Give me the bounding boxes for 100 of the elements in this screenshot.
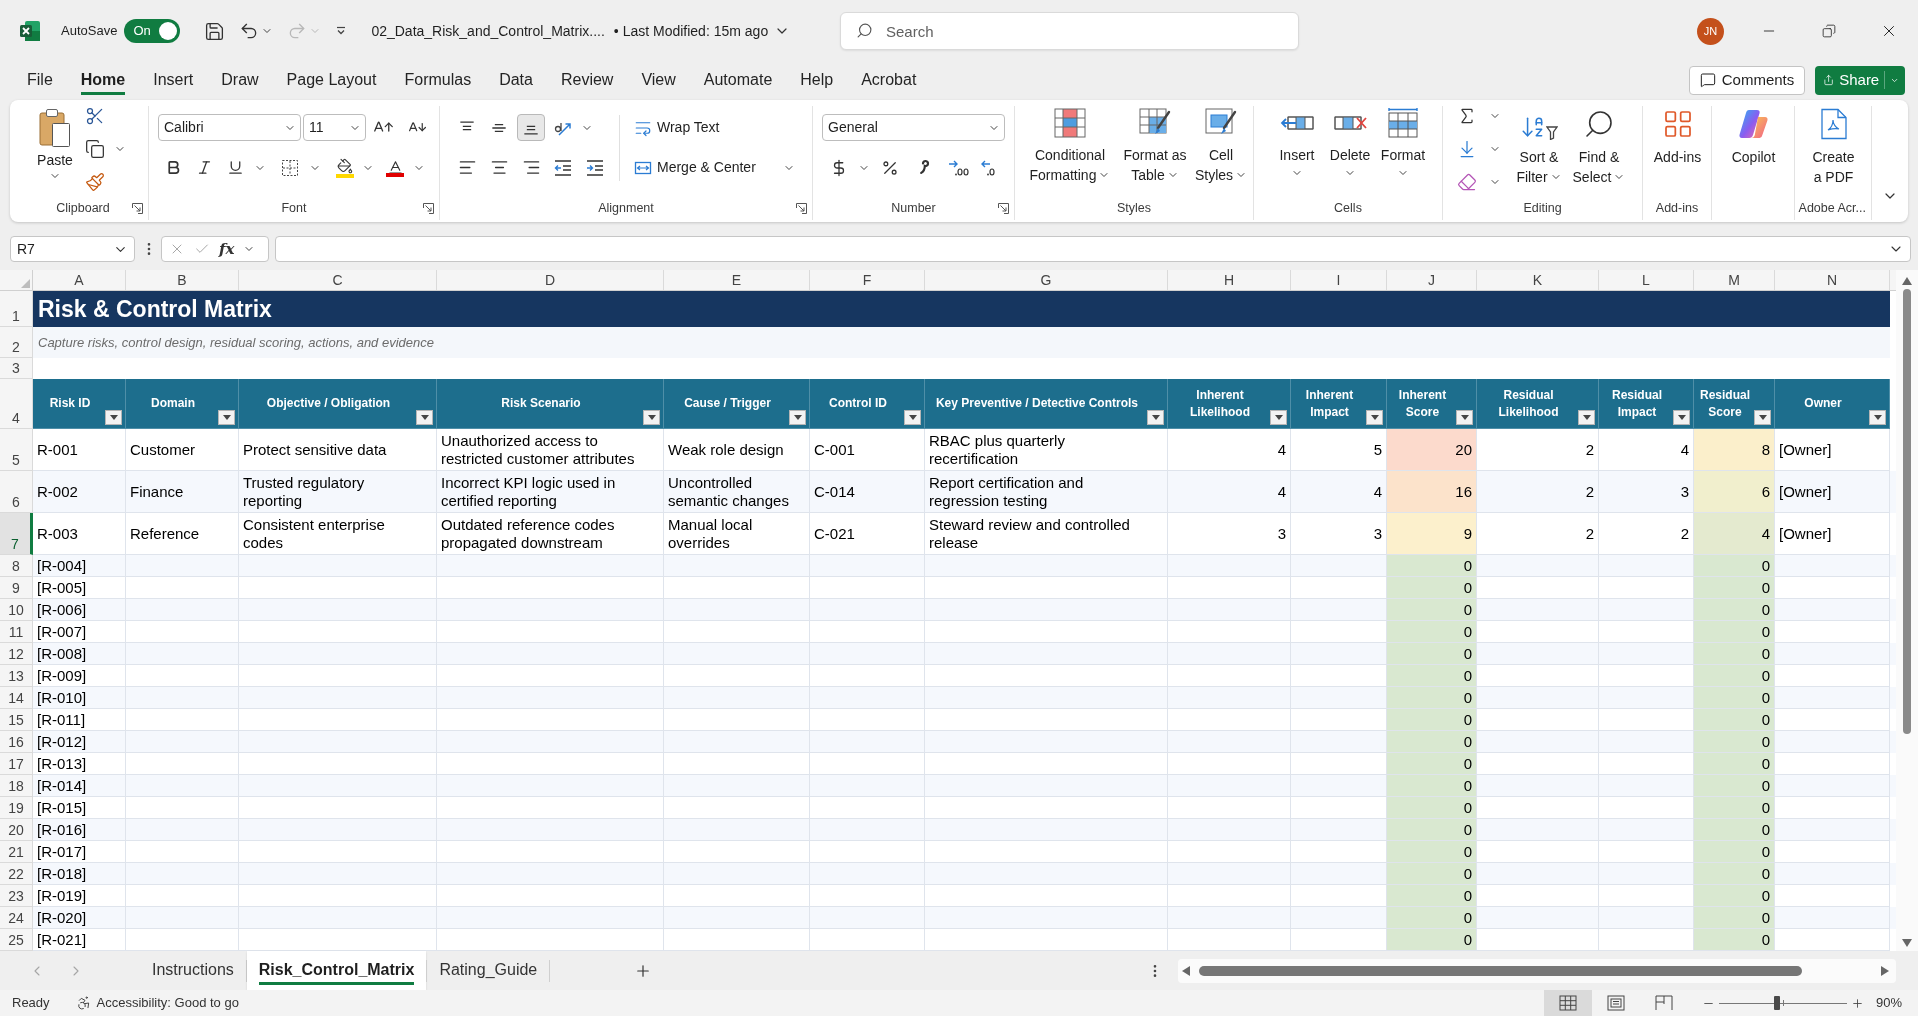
- row-number[interactable]: 10: [0, 599, 33, 621]
- row-number[interactable]: 4: [0, 379, 33, 429]
- column-letter[interactable]: K: [1477, 270, 1599, 290]
- scissors-icon[interactable]: [85, 106, 105, 126]
- font-name-dropdown[interactable]: Calibri: [158, 114, 301, 141]
- menu-tab[interactable]: Draw: [221, 65, 259, 95]
- column-letter[interactable]: C: [239, 270, 437, 290]
- font-size-dropdown[interactable]: 11: [303, 114, 366, 141]
- column-letter[interactable]: I: [1291, 270, 1387, 290]
- column-letter[interactable]: M: [1694, 270, 1775, 290]
- filter-dropdown-icon[interactable]: [416, 410, 433, 425]
- column-letter[interactable]: J: [1387, 270, 1477, 290]
- align-bottom-icon[interactable]: [517, 114, 545, 141]
- cell-styles-button[interactable]: Cell Styles: [1192, 106, 1250, 196]
- filter-dropdown-icon[interactable]: [1754, 410, 1771, 425]
- search-icon[interactable]: [856, 22, 873, 39]
- name-box[interactable]: R7: [10, 236, 135, 262]
- filter-dropdown-icon[interactable]: [1456, 410, 1473, 425]
- filter-dropdown-icon[interactable]: [1869, 410, 1886, 425]
- column-letter[interactable]: F: [810, 270, 925, 290]
- menu-tab[interactable]: Formulas: [404, 65, 472, 95]
- column-letter[interactable]: L: [1599, 270, 1694, 290]
- sheet-tab[interactable]: Risk_Control_Matrix: [246, 951, 427, 990]
- column-letter[interactable]: A: [33, 270, 126, 290]
- add-ins-button[interactable]: Add-ins: [1643, 106, 1712, 167]
- row-number[interactable]: 22: [0, 863, 33, 885]
- row-number[interactable]: 5: [0, 429, 33, 471]
- dialog-launcher-icon[interactable]: [132, 202, 143, 214]
- sheet-tab[interactable]: Instructions: [140, 951, 246, 990]
- filter-dropdown-icon[interactable]: [218, 410, 235, 425]
- filter-dropdown-icon[interactable]: [643, 410, 660, 425]
- scrollbar-thumb[interactable]: [1903, 289, 1911, 734]
- dialog-launcher-icon[interactable]: [998, 202, 1009, 214]
- filter-dropdown-icon[interactable]: [105, 410, 122, 425]
- menu-tab[interactable]: File: [27, 65, 53, 95]
- filter-dropdown-icon[interactable]: [1578, 410, 1595, 425]
- sheet-tab[interactable]: Rating_Guide: [427, 951, 550, 990]
- row-number[interactable]: 3: [0, 358, 33, 379]
- column-letter[interactable]: N: [1775, 270, 1890, 290]
- row-number[interactable]: 15: [0, 709, 33, 731]
- borders-icon[interactable]: [281, 158, 299, 177]
- merge-center-button[interactable]: Merge & Center: [634, 154, 795, 181]
- row-number[interactable]: 11: [0, 621, 33, 643]
- column-letter[interactable]: D: [437, 270, 664, 290]
- filter-dropdown-icon[interactable]: [1147, 410, 1164, 425]
- row-number[interactable]: 12: [0, 643, 33, 665]
- accessibility-status[interactable]: Accessibility: Good to go: [96, 993, 239, 1013]
- number-format-dropdown[interactable]: General: [822, 114, 1005, 141]
- column-letter[interactable]: H: [1168, 270, 1291, 290]
- formula-input[interactable]: [275, 236, 1911, 262]
- row-number[interactable]: 13: [0, 665, 33, 687]
- menu-tab[interactable]: Insert: [153, 65, 194, 95]
- create-pdf-button[interactable]: Create a PDF: [1795, 106, 1872, 187]
- row-number[interactable]: 7: [0, 513, 33, 555]
- accessibility-icon[interactable]: [75, 995, 92, 1011]
- eraser-icon[interactable]: [1457, 172, 1477, 192]
- save-icon[interactable]: [204, 20, 226, 42]
- paintbrush-icon[interactable]: [85, 172, 105, 192]
- row-number[interactable]: 9: [0, 577, 33, 599]
- filter-dropdown-icon[interactable]: [1673, 410, 1690, 425]
- dialog-launcher-icon[interactable]: [796, 202, 807, 214]
- customize-menu-icon[interactable]: [335, 25, 348, 37]
- row-number[interactable]: 20: [0, 819, 33, 841]
- font-color-icon[interactable]: [386, 158, 404, 177]
- format-as-table-button[interactable]: Format as Table: [1119, 106, 1191, 196]
- search-field[interactable]: Search: [840, 12, 1299, 50]
- scrollbar-thumb[interactable]: [1199, 965, 1802, 976]
- menu-tab[interactable]: Acrobat: [861, 65, 917, 95]
- format-cells-button[interactable]: Format: [1378, 106, 1428, 196]
- column-letter[interactable]: E: [664, 270, 810, 290]
- menu-tab[interactable]: Page Layout: [286, 65, 377, 95]
- zoom-slider-thumb[interactable]: [1773, 996, 1780, 1010]
- user-avatar[interactable]: JN: [1697, 17, 1724, 45]
- menu-tab[interactable]: Data: [499, 65, 533, 95]
- row-number[interactable]: 6: [0, 471, 33, 513]
- insert-function-button[interactable]: fx: [219, 237, 235, 261]
- copilot-button[interactable]: Copilot: [1712, 106, 1795, 167]
- row-number[interactable]: 16: [0, 731, 33, 753]
- column-letter[interactable]: G: [925, 270, 1168, 290]
- filter-dropdown-icon[interactable]: [1270, 410, 1287, 425]
- scroll-down-icon[interactable]: [1902, 939, 1912, 947]
- copy-icon[interactable]: [85, 139, 105, 159]
- row-number[interactable]: 8: [0, 555, 33, 577]
- increase-indent-icon[interactable]: [585, 157, 605, 178]
- fill-color-icon[interactable]: [336, 157, 354, 178]
- decrease-indent-icon[interactable]: [553, 157, 573, 178]
- menu-tab[interactable]: Home: [80, 65, 126, 95]
- row-number[interactable]: 24: [0, 907, 33, 929]
- conditional-formatting-button[interactable]: Conditional Formatting: [1028, 106, 1112, 196]
- find-select-button[interactable]: Find & Select: [1570, 106, 1628, 196]
- insert-cells-button[interactable]: Insert: [1272, 106, 1322, 196]
- filter-dropdown-icon[interactable]: [789, 410, 806, 425]
- menu-tab[interactable]: View: [641, 65, 676, 95]
- scroll-right-icon[interactable]: [1881, 965, 1889, 976]
- zoom-in-icon[interactable]: [1850, 996, 1864, 1010]
- zoom-slider[interactable]: [1718, 996, 1847, 1010]
- row-number[interactable]: 18: [0, 775, 33, 797]
- menu-tab[interactable]: Review: [560, 65, 614, 95]
- row-number[interactable]: 17: [0, 753, 33, 775]
- row-number[interactable]: 1: [0, 291, 33, 327]
